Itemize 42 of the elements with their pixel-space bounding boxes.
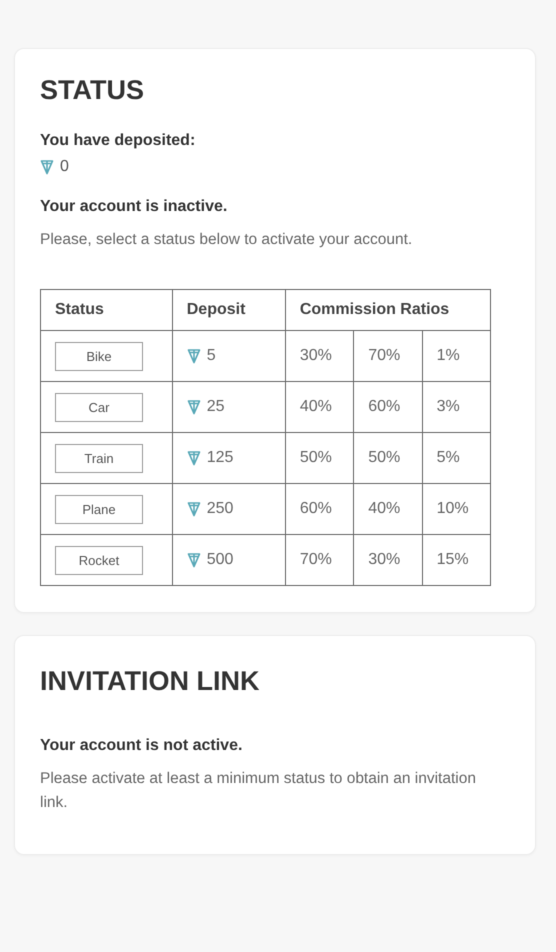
ratio-cell: 40% [354, 484, 422, 535]
deposited-amount: 0 [60, 158, 69, 176]
ratio-cell: 50% [354, 432, 422, 484]
diamond-icon [186, 450, 201, 466]
ratio-cell: 3% [422, 382, 490, 433]
ratio-cell: 60% [354, 382, 422, 433]
deposited-label: You have deposited: [40, 132, 196, 150]
status-button[interactable]: Rocket [55, 546, 143, 575]
ratio-cell: 70% [354, 330, 422, 382]
column-header: Commission Ratios [285, 290, 490, 331]
diamond-icon [186, 501, 201, 518]
ratio-cell: 70% [285, 534, 354, 586]
deposit-amount: 5 [206, 347, 216, 366]
deposit-amount: 125 [206, 449, 234, 468]
status-button[interactable]: Car [55, 392, 143, 422]
deposit-amount: 25 [206, 398, 225, 416]
card-title: STATUS [40, 75, 145, 106]
diamond-icon [40, 159, 54, 175]
card-title: INVITATION LINK [40, 666, 260, 698]
diamond-icon [186, 399, 201, 416]
diamond-icon [186, 552, 201, 568]
ratio-cell: 10% [422, 484, 490, 535]
status-button[interactable]: Bike [55, 342, 143, 371]
deposit-amount: 500 [206, 551, 234, 570]
status-button[interactable]: Train [55, 444, 143, 473]
ratio-cell: 5% [422, 432, 490, 484]
instruction-text: Please, select a status below to activate your account. [40, 230, 414, 250]
ratio-cell: 30% [285, 330, 354, 382]
ratio-cell: 1% [422, 330, 490, 382]
column-header: Status [40, 290, 172, 331]
column-header: Deposit [172, 290, 286, 331]
deposit-amount: 250 [206, 500, 234, 518]
account-status: Your account is not active. [40, 737, 244, 756]
ratio-cell: 50% [285, 432, 354, 484]
ratio-cell: 40% [285, 382, 354, 433]
status-button[interactable]: Plane [55, 494, 143, 524]
ratio-cell: 30% [354, 534, 422, 586]
diamond-icon [186, 348, 201, 364]
instruction-text: Please activate at least a minimum status to obtain an invitation link. [40, 769, 477, 812]
ratio-cell: 15% [422, 534, 490, 586]
account-status: Your account is inactive. [40, 198, 228, 216]
ratio-cell: 60% [285, 484, 354, 535]
